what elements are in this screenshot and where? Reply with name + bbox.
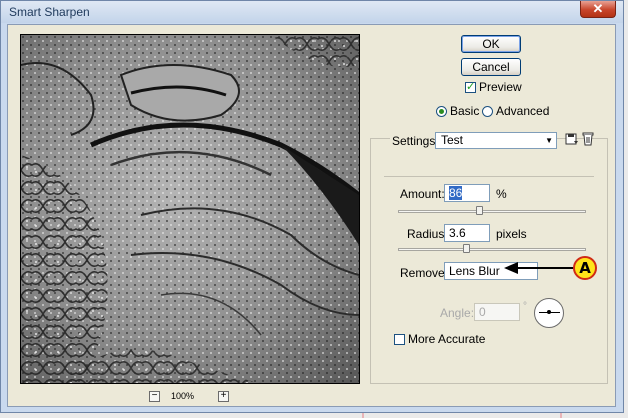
zoom-in-button[interactable]: + <box>218 391 229 402</box>
delete-settings-button[interactable] <box>582 131 594 146</box>
basic-label: Basic <box>450 104 480 118</box>
angle-dial[interactable] <box>534 298 564 328</box>
dialog-title: Smart Sharpen <box>9 5 90 19</box>
angle-dial-hub <box>547 310 551 314</box>
basic-radio[interactable] <box>436 106 447 117</box>
more-accurate-label: More Accurate <box>408 332 486 346</box>
amount-label: Amount: <box>400 187 445 201</box>
floppy-disk-icon <box>565 133 578 145</box>
close-button[interactable]: ✕ <box>580 1 616 18</box>
angle-label: Angle: <box>440 306 475 320</box>
dialog-client-area: − 100% + OK Cancel ✓ Preview Basic Advan… <box>7 24 616 407</box>
more-accurate-checkbox[interactable] <box>394 334 405 345</box>
save-settings-button[interactable] <box>565 132 579 146</box>
amount-slider[interactable] <box>398 210 586 213</box>
preview-image[interactable] <box>20 34 360 384</box>
checkmark-icon: ✓ <box>466 81 476 93</box>
settings-value: Test <box>441 133 464 147</box>
radius-slider[interactable] <box>398 248 586 251</box>
title-bar[interactable]: Smart Sharpen ✕ <box>1 1 623 23</box>
smart-sharpen-dialog: Smart Sharpen ✕ − 100% + OK Cancel ✓ Pre… <box>0 0 624 413</box>
advanced-radio[interactable] <box>482 106 493 117</box>
radio-selected-dot <box>439 109 444 114</box>
remove-label: Remove: <box>400 266 449 280</box>
radius-slider-thumb[interactable] <box>463 244 471 253</box>
remove-value: Lens Blur <box>449 264 500 278</box>
trash-can-icon <box>582 132 594 146</box>
angle-input[interactable]: 0 <box>474 303 520 321</box>
preview-texture <box>21 35 359 383</box>
amount-input[interactable]: 86 <box>444 184 490 202</box>
angle-unit: ° <box>523 301 527 312</box>
cancel-button[interactable]: Cancel <box>461 58 521 76</box>
settings-dropdown[interactable]: Test ▼ <box>435 132 557 149</box>
radius-input[interactable]: 3.6 <box>444 224 490 242</box>
angle-value: 0 <box>479 305 486 319</box>
minus-icon: − <box>151 390 158 401</box>
amount-value: 86 <box>449 186 463 200</box>
radius-unit: pixels <box>496 227 527 241</box>
zoom-level: 100% <box>171 391 195 401</box>
amount-slider-thumb[interactable] <box>475 206 483 215</box>
close-icon: ✕ <box>592 1 604 16</box>
radius-value: 3.6 <box>449 226 466 240</box>
zoom-out-button[interactable]: − <box>149 391 160 402</box>
plus-icon: + <box>220 390 227 401</box>
chevron-down-icon: ▼ <box>545 136 553 145</box>
radius-label: Radius: <box>407 227 448 241</box>
settings-label: Settings: <box>390 134 441 148</box>
advanced-label: Advanced <box>496 104 550 118</box>
annotation-badge: A <box>573 256 597 280</box>
preview-checkbox[interactable]: ✓ <box>465 82 476 93</box>
amount-unit: % <box>496 187 507 201</box>
ok-button[interactable]: OK <box>461 35 521 53</box>
preview-label: Preview <box>479 80 522 94</box>
annotation-arrow <box>504 262 574 274</box>
